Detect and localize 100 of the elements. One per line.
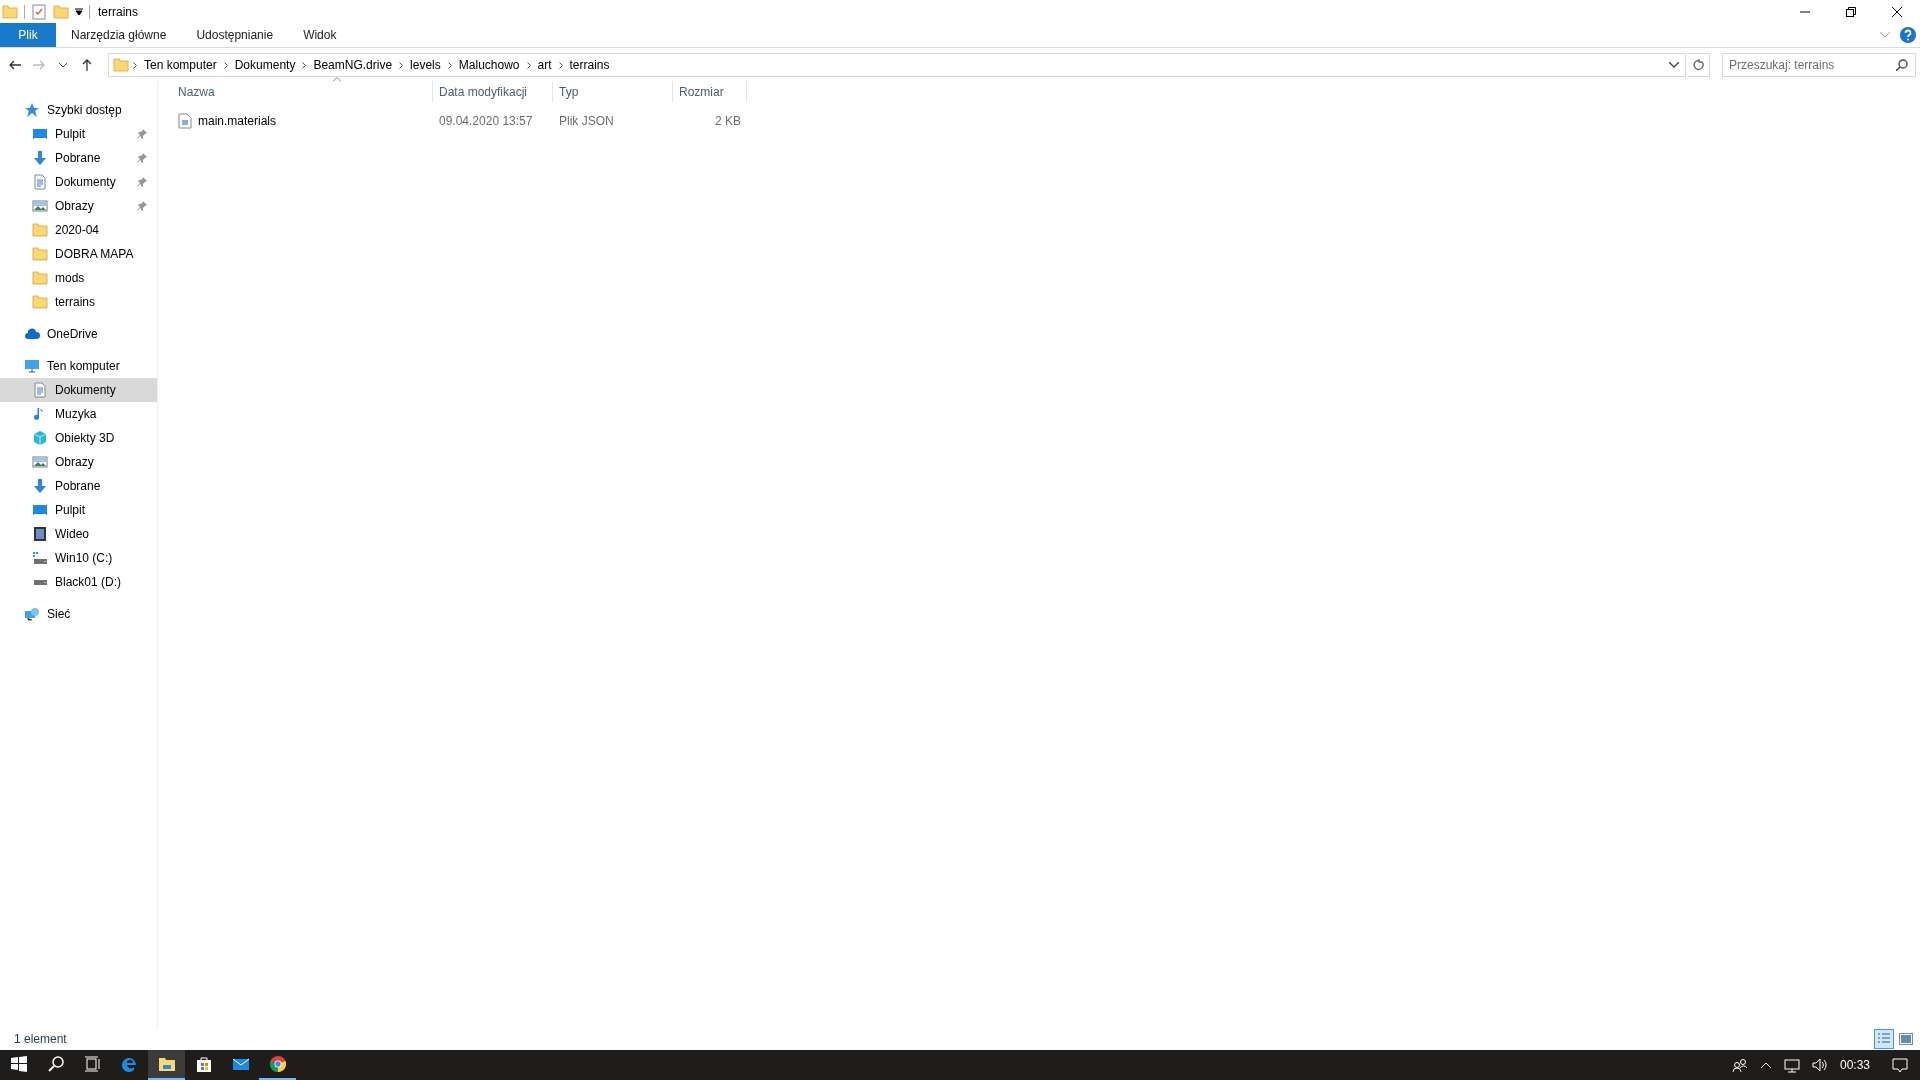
chevron-right-icon	[399, 61, 404, 69]
details-view-icon	[1877, 1032, 1891, 1046]
breadcrumb[interactable]: Maluchowo	[455, 58, 523, 72]
breadcrumb[interactable]: BeamNG.drive	[310, 58, 396, 72]
computer-icon	[24, 358, 40, 374]
nav-item[interactable]: 2020-04	[0, 218, 157, 242]
nav-item[interactable]: DOBRA MAPA	[0, 242, 157, 266]
nav-item[interactable]: Sieć	[0, 602, 157, 626]
network-icon[interactable]	[1783, 1057, 1800, 1073]
drive-icon	[33, 579, 47, 585]
breadcrumb[interactable]: Dokumenty	[231, 58, 299, 72]
picture-icon	[32, 198, 48, 214]
nav-item[interactable]: Obiekty 3D	[0, 426, 157, 450]
people-icon[interactable]	[1731, 1057, 1748, 1073]
dropdown-caret-icon[interactable]	[75, 7, 83, 16]
nav-item[interactable]: Pobrane	[0, 474, 157, 498]
modified-date: 09.04.2020 13:57	[439, 114, 533, 128]
chevron-right-icon	[133, 61, 137, 69]
folder-icon	[113, 57, 129, 73]
chevron-right-icon	[223, 61, 228, 69]
volume-icon[interactable]	[1811, 1057, 1828, 1073]
file-icon	[178, 113, 192, 129]
monitor-icon	[32, 126, 48, 142]
chevron-down-icon	[59, 62, 67, 68]
column-header[interactable]: Nazwa	[172, 81, 433, 102]
search-icon	[46, 1055, 65, 1073]
checklist-icon[interactable]	[31, 3, 47, 20]
breadcrumb[interactable]: art	[534, 58, 555, 72]
column-header[interactable]: Typ	[553, 81, 673, 102]
nav-item[interactable]: Dokumenty	[0, 378, 157, 402]
ribbon-tab[interactable]: Widok	[288, 23, 352, 47]
chevron-up-icon[interactable]	[1759, 1061, 1772, 1069]
search-icon	[1896, 59, 1908, 71]
nav-item[interactable]: OneDrive	[0, 322, 157, 346]
picture-icon	[32, 454, 48, 470]
network-icon	[24, 606, 40, 622]
nav-item[interactable]: Pulpit	[0, 122, 157, 146]
picture-icon	[1899, 1033, 1913, 1045]
close-icon	[1892, 6, 1902, 17]
chevron-right-icon	[302, 61, 307, 69]
folder-icon	[32, 294, 48, 310]
address-bar[interactable]: Ten komputer Dokumenty BeamNG.drive levels Maluchowo art terrains	[108, 53, 1686, 77]
breadcrumb[interactable]: Ten komputer	[141, 58, 220, 72]
file-size: 2 KB	[715, 114, 741, 128]
window-title: terrains	[98, 4, 138, 19]
drive-icon	[32, 550, 48, 566]
breadcrumb[interactable]: terrains	[566, 58, 613, 72]
breadcrumb[interactable]: levels	[407, 58, 444, 72]
chevron-right-icon	[526, 61, 531, 69]
column-header[interactable]: Rozmiar	[673, 81, 747, 102]
clock[interactable]: 00:33	[1839, 1058, 1870, 1072]
document-icon	[32, 174, 48, 190]
refresh-icon	[1692, 59, 1705, 71]
chevron-right-icon	[558, 61, 563, 69]
folder-icon	[2, 3, 18, 20]
item-count: 1 element	[14, 1032, 67, 1046]
file-type: Plik JSON	[559, 114, 614, 128]
nav-item[interactable]: Dokumenty	[0, 170, 157, 194]
cube-icon	[32, 430, 48, 446]
nav-item[interactable]: mods	[0, 266, 157, 290]
chevron-right-icon	[447, 61, 452, 69]
column-header[interactable]: Data modyfikacji	[433, 81, 553, 102]
nav-item[interactable]: terrains	[0, 290, 157, 314]
search-field[interactable]: Przeszukaj: terrains	[1722, 53, 1916, 77]
nav-item[interactable]: Black01 (D:)	[0, 570, 157, 594]
refresh-button[interactable]	[1688, 53, 1710, 77]
down-arrow-icon	[32, 478, 48, 494]
right-arrow-icon	[33, 60, 45, 70]
nav-item[interactable]: Pulpit	[0, 498, 157, 522]
folder-icon	[53, 3, 69, 20]
file-tab[interactable]: Plik	[0, 23, 56, 47]
file-name[interactable]: main.materials	[198, 114, 277, 128]
restore-icon	[1846, 6, 1856, 17]
nav-item[interactable]: Obrazy	[0, 194, 157, 218]
nav-item[interactable]: Wideo	[0, 522, 157, 546]
film-icon	[32, 526, 48, 542]
view-toggle-button[interactable]	[1874, 1029, 1894, 1049]
ribbon-tab[interactable]: Udostępnianie	[181, 23, 289, 47]
document-icon	[32, 382, 48, 398]
nav-item[interactable]: Muzyka	[0, 402, 157, 426]
nav-item[interactable]: Ten komputer	[0, 354, 157, 378]
left-arrow-icon	[9, 60, 21, 70]
star-icon	[24, 102, 40, 118]
chrome-icon	[268, 1055, 287, 1073]
taskbar-button[interactable]	[148, 1050, 185, 1080]
help-icon[interactable]	[1900, 27, 1916, 43]
up-arrow-icon	[82, 59, 92, 71]
folder-icon	[157, 1055, 176, 1073]
down-arrow-icon	[32, 150, 48, 166]
nav-item[interactable]: Obrazy	[0, 450, 157, 474]
nav-item[interactable]: Win10 (C:)	[0, 546, 157, 570]
ribbon-tab[interactable]: Narzędzia główne	[56, 23, 182, 47]
chevron-down-icon[interactable]	[1669, 62, 1679, 68]
nav-item[interactable]: Pobrane	[0, 146, 157, 170]
folder-icon	[32, 270, 48, 286]
shopping-bag-icon	[194, 1055, 213, 1073]
notification-icon[interactable]	[1892, 1057, 1908, 1073]
monitor-icon	[32, 502, 48, 518]
task-view-icon	[83, 1055, 102, 1073]
nav-item[interactable]: Szybki dostęp	[0, 98, 157, 122]
